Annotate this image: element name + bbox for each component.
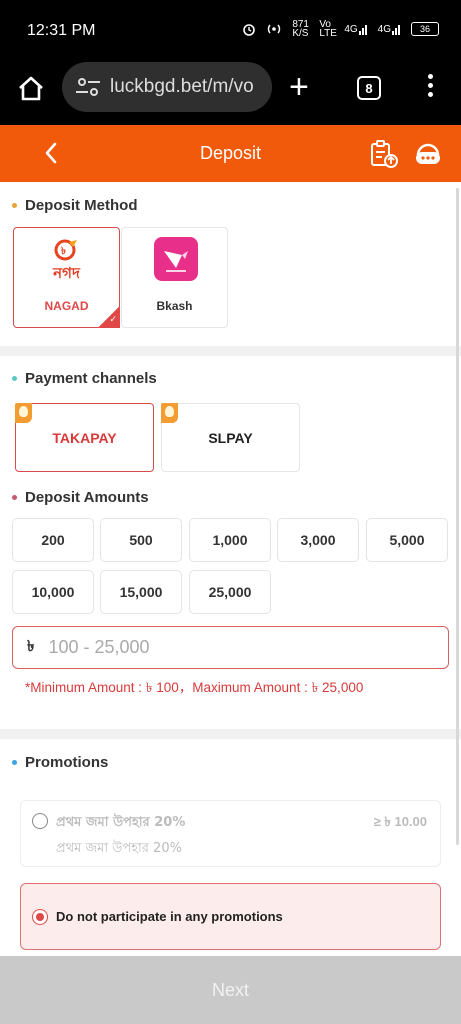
hot-flame-icon — [161, 403, 178, 423]
amount-option[interactable]: 10,000 — [12, 570, 94, 614]
amount-option[interactable]: 200 — [12, 518, 94, 562]
url-bar[interactable]: luckbgd.bet/m/vo — [62, 62, 272, 112]
channel-label: SLPAY — [208, 429, 253, 446]
amount-input[interactable]: ৳ 100 - 25,000 — [12, 626, 449, 669]
channel-slpay[interactable]: SLPAY — [161, 403, 300, 472]
bullet-dot — [12, 203, 17, 208]
bullet-dot — [12, 376, 17, 381]
deposit-method-title: Deposit Method — [25, 197, 138, 214]
bkash-logo-icon — [154, 237, 198, 281]
method-label: Bkash — [156, 299, 193, 313]
promotion-title: প্রথম জমা উপহার 20% — [56, 815, 186, 830]
signal-label: 4G — [344, 24, 358, 35]
promotions-title: Promotions — [25, 754, 109, 771]
volte-badge: Vo LTE — [319, 19, 337, 39]
url-text: luckbgd.bet/m/vo — [110, 76, 254, 97]
deposit-method-heading: Deposit Method — [12, 197, 138, 214]
method-bkash[interactable]: Bkash — [121, 227, 228, 328]
amount-option[interactable]: 5,000 — [366, 518, 448, 562]
amount-option[interactable]: 1,000 — [189, 518, 271, 562]
radio-button-selected[interactable] — [32, 909, 48, 925]
no-promotion-option[interactable]: Do not participate in any promotions — [20, 883, 441, 950]
hotspot-icon — [268, 24, 281, 34]
customer-service-icon[interactable] — [413, 139, 443, 169]
nagad-logo-icon: ৳ — [54, 239, 77, 261]
method-nagad[interactable]: ৳ নগদ NAGAD ✓ — [13, 227, 120, 328]
tab-switcher-button[interactable]: 8 — [357, 76, 381, 100]
amount-option[interactable]: 15,000 — [100, 570, 182, 614]
amount-option[interactable]: 25,000 — [189, 570, 271, 614]
channel-takapay[interactable]: TAKAPAY — [15, 403, 154, 472]
payment-channels-title: Payment channels — [25, 370, 157, 387]
deposit-record-icon[interactable] — [367, 138, 399, 170]
section-divider — [0, 729, 461, 739]
page-header: Deposit — [0, 125, 461, 182]
browser-menu-icon[interactable] — [424, 74, 436, 104]
signal-icon-2: 4G — [378, 23, 402, 35]
site-settings-icon[interactable] — [74, 75, 102, 99]
deposit-amounts-heading: Deposit Amounts — [12, 489, 149, 506]
currency-symbol: ৳ — [27, 638, 35, 655]
amount-option[interactable]: 500 — [100, 518, 182, 562]
signal-icon: 4G — [344, 23, 368, 35]
signal-label-2: 4G — [377, 24, 391, 35]
amount-placeholder: 100 - 25,000 — [48, 637, 150, 657]
payment-channels-heading: Payment channels — [12, 370, 157, 387]
promotion-min-amount: ≥ ৳ 10.00 — [373, 814, 427, 829]
status-icons: 871 K/S Vo LTE 4G 4G 36 — [242, 19, 439, 39]
promotion-subtitle: প্রথম জমা উপহার 20% — [56, 841, 182, 856]
nagad-logo-text: নগদ — [53, 264, 80, 282]
amount-limit-hint: *Minimum Amount : ৳ 100，Maximum Amount :… — [25, 680, 364, 695]
amount-option[interactable]: 3,000 — [277, 518, 359, 562]
svg-text:৳: ৳ — [61, 246, 66, 257]
status-time: 12:31 PM — [27, 22, 96, 39]
deposit-amounts-title: Deposit Amounts — [25, 489, 149, 506]
status-bar: 12:31 PM 871 K/S Vo LTE 4G 4G 36 — [0, 0, 461, 60]
channel-label: TAKAPAY — [52, 429, 117, 446]
next-button[interactable]: Next — [0, 956, 461, 1024]
radio-button[interactable] — [32, 813, 48, 829]
promotion-option[interactable]: প্রথম জমা উপহার 20% ≥ ৳ 10.00 প্রথম জমা … — [20, 800, 441, 867]
browser-toolbar: luckbgd.bet/m/vo + 8 — [0, 60, 461, 125]
home-icon[interactable] — [16, 74, 46, 104]
net-speed: 871 K/S — [292, 19, 309, 39]
hot-flame-icon — [15, 403, 32, 423]
bullet-dot — [12, 495, 17, 500]
alarm-icon — [243, 24, 256, 36]
bullet-dot — [12, 760, 17, 765]
new-tab-icon[interactable]: + — [289, 70, 309, 104]
promotions-heading: Promotions — [12, 754, 108, 771]
selected-check-icon: ✓ — [98, 306, 120, 328]
scrollbar[interactable] — [456, 188, 459, 845]
battery-icon: 36 — [411, 22, 439, 36]
no-promotion-label: Do not participate in any promotions — [56, 909, 283, 924]
section-divider — [0, 346, 461, 356]
